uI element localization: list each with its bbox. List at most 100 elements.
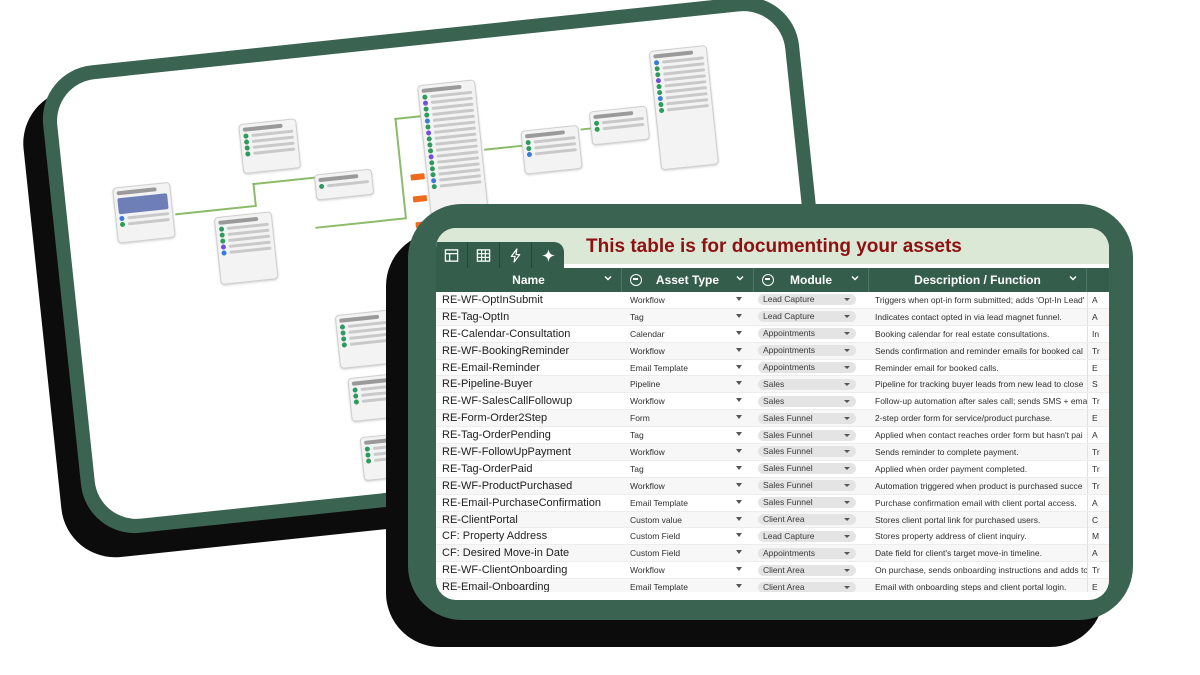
column-header-extra[interactable]	[1087, 268, 1107, 292]
description-cell[interactable]: Indicates contact opted in via lead magn…	[869, 312, 1087, 322]
dropdown-arrow-icon[interactable]	[736, 499, 742, 504]
asset-name-cell[interactable]: RE-WF-SalesCallFollowup	[436, 395, 622, 407]
asset-name-cell[interactable]: RE-Pipeline-Buyer	[436, 378, 622, 390]
module-select[interactable]: Sales	[758, 378, 856, 390]
dropdown-arrow-icon[interactable]	[736, 398, 742, 403]
truncated-cell[interactable]: A	[1087, 427, 1107, 444]
asset-type-cell[interactable]: Tag	[622, 427, 754, 443]
dropdown-arrow-icon[interactable]	[844, 501, 850, 505]
asset-name-cell[interactable]: RE-WF-BookingReminder	[436, 345, 622, 357]
asset-type-cell[interactable]: Tag	[622, 461, 754, 477]
module-cell[interactable]: Sales Funnel	[754, 478, 869, 494]
truncated-cell[interactable]: E	[1087, 410, 1107, 427]
description-cell[interactable]: Triggers when opt-in form submitted; add…	[869, 295, 1087, 305]
column-header-name[interactable]: Name	[436, 268, 622, 292]
dropdown-arrow-icon[interactable]	[736, 567, 742, 572]
column-header-asset-type[interactable]: Asset Type	[622, 268, 754, 292]
module-cell[interactable]: Lead Capture	[754, 528, 869, 544]
column-header-description[interactable]: Description / Function	[869, 268, 1087, 292]
module-select[interactable]: Sales Funnel	[758, 497, 856, 509]
table-row[interactable]: RE-WF-SalesCallFollowup Workflow Sales Foll…	[436, 393, 1109, 411]
asset-name-cell[interactable]: RE-WF-OptInSubmit	[436, 294, 622, 306]
dropdown-arrow-icon[interactable]	[844, 585, 850, 589]
module-cell[interactable]: Sales Funnel	[754, 444, 869, 460]
truncated-cell[interactable]: A	[1087, 292, 1107, 308]
module-cell[interactable]: Sales	[754, 376, 869, 392]
asset-type-cell[interactable]: Workflow	[622, 478, 754, 494]
chevron-down-icon[interactable]	[1068, 273, 1078, 286]
module-cell[interactable]: Client Area	[754, 562, 869, 578]
dropdown-arrow-icon[interactable]	[736, 448, 742, 453]
dropdown-arrow-icon[interactable]	[736, 516, 742, 521]
description-cell[interactable]: Applied when order payment completed.	[869, 464, 1087, 474]
module-select[interactable]: Client Area	[758, 514, 856, 526]
asset-name-cell[interactable]: RE-ClientPortal	[436, 514, 622, 526]
dropdown-arrow-icon[interactable]	[736, 330, 742, 335]
asset-type-cell[interactable]: Workflow	[622, 292, 754, 308]
description-cell[interactable]: Automation triggered when product is pur…	[869, 481, 1087, 491]
truncated-cell[interactable]: A	[1087, 545, 1107, 562]
table-row[interactable]: RE-WF-FollowUpPayment Workflow Sales Funne…	[436, 443, 1109, 461]
column-header-module[interactable]: Module	[754, 268, 869, 292]
asset-type-cell[interactable]: Email Template	[622, 495, 754, 511]
dropdown-arrow-icon[interactable]	[844, 450, 850, 454]
dropdown-arrow-icon[interactable]	[736, 432, 742, 437]
dropdown-arrow-icon[interactable]	[844, 366, 850, 370]
dropdown-arrow-icon[interactable]	[844, 399, 850, 403]
truncated-cell[interactable]: C	[1087, 511, 1107, 528]
dropdown-arrow-icon[interactable]	[736, 364, 742, 369]
module-cell[interactable]: Appointments	[754, 343, 869, 359]
table-row[interactable]: RE-WF-ProductPurchased Workflow Sales Funn…	[436, 477, 1109, 495]
dropdown-arrow-icon[interactable]	[844, 484, 850, 488]
truncated-cell[interactable]: Tr	[1087, 477, 1107, 494]
dropdown-arrow-icon[interactable]	[844, 315, 850, 319]
module-select[interactable]: Lead Capture	[758, 530, 856, 542]
asset-type-cell[interactable]: Custom value	[622, 512, 754, 528]
asset-name-cell[interactable]: RE-Calendar-Consultation	[436, 328, 622, 340]
module-select[interactable]: Client Area	[758, 581, 856, 592]
module-select[interactable]: Sales Funnel	[758, 429, 856, 441]
dropdown-arrow-icon[interactable]	[736, 533, 742, 538]
grid-view-button[interactable]	[468, 242, 500, 268]
module-cell[interactable]: Sales Funnel	[754, 495, 869, 511]
table-row[interactable]: RE-WF-BookingReminder Workflow Appointment…	[436, 342, 1109, 360]
table-row[interactable]: RE-Calendar-Consultation Calendar Appointm…	[436, 325, 1109, 343]
table-row[interactable]: RE-Email-Reminder Email Template Appointme…	[436, 359, 1109, 377]
dropdown-arrow-icon[interactable]	[736, 381, 742, 386]
module-cell[interactable]: Appointments	[754, 545, 869, 561]
module-cell[interactable]: Client Area	[754, 579, 869, 592]
truncated-cell[interactable]: Tr	[1087, 562, 1107, 579]
truncated-cell[interactable]: In	[1087, 325, 1107, 342]
module-cell[interactable]: Appointments	[754, 360, 869, 376]
asset-type-cell[interactable]: Tag	[622, 309, 754, 325]
asset-type-cell[interactable]: Custom Field	[622, 545, 754, 561]
dropdown-arrow-icon[interactable]	[844, 298, 850, 302]
asset-type-cell[interactable]: Email Template	[622, 579, 754, 592]
dropdown-arrow-icon[interactable]	[844, 518, 850, 522]
truncated-cell[interactable]: A	[1087, 494, 1107, 511]
asset-type-cell[interactable]: Email Template	[622, 360, 754, 376]
asset-name-cell[interactable]: RE-Email-Onboarding	[436, 581, 622, 592]
asset-name-cell[interactable]: CF: Property Address	[436, 530, 622, 542]
module-select[interactable]: Appointments	[758, 328, 856, 340]
description-cell[interactable]: Reminder email for booked calls.	[869, 363, 1087, 373]
description-cell[interactable]: Booking calendar for real estate consult…	[869, 329, 1087, 339]
asset-name-cell[interactable]: RE-WF-ProductPurchased	[436, 480, 622, 492]
description-cell[interactable]: Stores client portal link for purchased …	[869, 515, 1087, 525]
module-select[interactable]: Sales Funnel	[758, 412, 856, 424]
table-row[interactable]: RE-WF-ClientOnboarding Workflow Client Are…	[436, 562, 1109, 580]
truncated-cell[interactable]: Tr	[1087, 393, 1107, 410]
module-select[interactable]: Client Area	[758, 564, 856, 576]
dropdown-arrow-icon[interactable]	[736, 415, 742, 420]
table-row[interactable]: RE-Email-PurchaseConfirmation Email Templ…	[436, 494, 1109, 512]
module-cell[interactable]: Lead Capture	[754, 292, 869, 308]
module-cell[interactable]: Sales Funnel	[754, 427, 869, 443]
module-cell[interactable]: Sales	[754, 393, 869, 409]
asset-name-cell[interactable]: CF: Desired Move-in Date	[436, 547, 622, 559]
dropdown-arrow-icon[interactable]	[844, 332, 850, 336]
table-row[interactable]: RE-Form-Order2Step Form Sales Funnel 2-step…	[436, 410, 1109, 428]
truncated-cell[interactable]: M	[1087, 528, 1107, 545]
module-cell[interactable]: Sales Funnel	[754, 461, 869, 477]
asset-name-cell[interactable]: RE-Email-Reminder	[436, 362, 622, 374]
table-row[interactable]: RE-Tag-OrderPending Tag Sales Funnel Applie…	[436, 427, 1109, 445]
